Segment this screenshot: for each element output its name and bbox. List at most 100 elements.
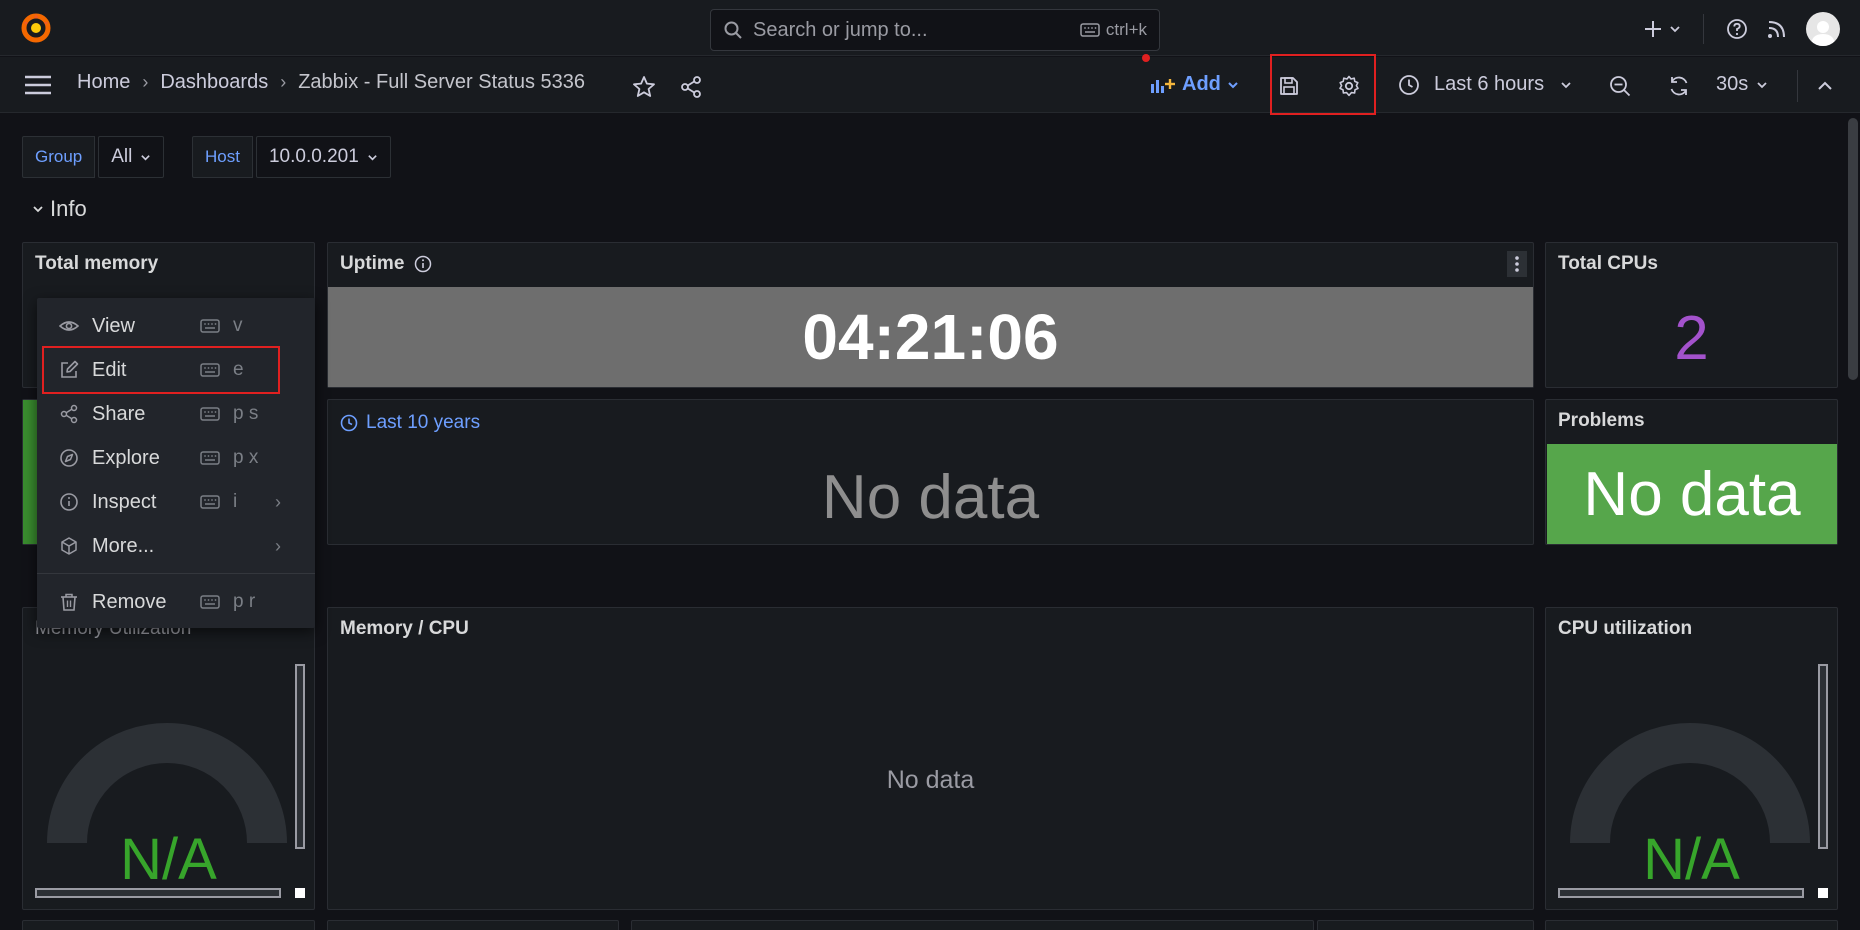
panel-title: Problems [1558,410,1645,431]
share-icon [60,404,78,424]
menu-item-view[interactable]: View v [37,304,315,348]
time-range-picker[interactable]: Last 6 hours [1398,73,1572,96]
info-icon [60,493,78,511]
add-label: Add [1182,73,1221,95]
panel-problems[interactable]: Problems No data [1545,399,1838,545]
search-shortcut: ctrl+k [1080,20,1147,40]
keyboard-icon [200,319,220,333]
menu-item-label: Explore [92,446,160,469]
total-cpus-value: 2 [1674,304,1709,373]
refresh-interval-picker[interactable]: 30s [1716,73,1768,96]
breadcrumb-separator: › [280,72,287,92]
keyboard-icon [1080,23,1100,37]
menu-item-label: More... [92,534,155,557]
bar-corner [1818,888,1828,898]
menu-item-share[interactable]: Share p s [37,392,315,436]
new-button[interactable] [1643,19,1681,39]
time-override: Last 10 years [340,412,480,434]
variable-host-value: 10.0.0.201 [268,146,359,167]
plus-icon [1645,21,1661,37]
panel-bottom[interactable] [1317,920,1534,930]
share-icon[interactable] [679,75,703,99]
row-header-info[interactable]: Info [32,196,87,222]
menu-icon[interactable] [24,74,52,96]
menu-item-label: Share [92,402,146,425]
variable-group: Group All [22,136,165,178]
vertical-bar [1818,664,1828,849]
panel-memory-cpu[interactable]: Memory / CPU No data [327,607,1534,910]
problems-value-area: No data [1547,444,1837,544]
clock-icon [340,414,358,432]
panel-title: Total memory [35,253,159,274]
breadcrumb-separator: › [142,72,149,92]
chevron-down-icon [33,206,43,213]
panel-title: Memory / CPU [340,618,469,639]
divider [1797,70,1798,102]
add-panel-icon [1151,78,1175,93]
rss-news-icon[interactable] [1766,18,1788,40]
info-icon[interactable] [414,255,432,273]
breadcrumb-home[interactable]: Home [77,71,130,94]
menu-item-shortcut: p s [233,403,259,424]
menu-item-shortcut: p x [233,447,259,468]
scrollbar[interactable] [1848,118,1858,380]
clock-icon [1399,74,1419,95]
unsaved-indicator [1142,54,1150,62]
highlight-box [42,346,280,394]
refresh-icon[interactable] [1668,75,1690,97]
search-shortcut-text: ctrl+k [1105,20,1147,39]
highlight-box [1270,54,1376,115]
add-button[interactable]: Add [1150,73,1239,96]
dashboard-title: Zabbix - Full Server Status 5336 [298,71,585,93]
vertical-bar [295,664,305,849]
panel-cpu-utilization[interactable]: CPU utilization N/A [1545,607,1838,910]
time-range-label: Last 6 hours [1434,73,1545,95]
row-title: Info [50,196,87,221]
zoom-out-icon[interactable] [1609,75,1631,97]
avatar[interactable] [1806,12,1840,46]
chevron-up-icon[interactable] [1816,77,1834,95]
panel-header: Uptime [340,253,432,275]
menu-item-shortcut: i [233,491,238,512]
menu-divider [37,573,315,574]
menu-item-more[interactable]: More... › [37,524,315,568]
search-input[interactable]: Search or jump to... ctrl+k [710,9,1160,51]
menu-item-explore[interactable]: Explore p x [37,436,315,480]
panel-bottom[interactable] [631,920,1314,930]
user-icon [1811,21,1835,46]
keyboard-icon [200,407,220,421]
variable-host-label: Host [192,136,253,178]
bar-corner [295,888,305,898]
gauge-value: N/A [120,827,217,892]
horizontal-bar [1558,888,1804,898]
panel-menu-icon[interactable] [1507,251,1527,277]
cube-icon [61,537,77,555]
variable-host: Host 10.0.0.201 [192,136,391,178]
search-placeholder: Search or jump to... [753,18,928,41]
help-icon[interactable] [1726,18,1748,40]
star-icon[interactable] [632,75,656,99]
panel-bottom[interactable] [327,920,619,930]
panel-bottom[interactable] [1545,920,1838,930]
panel-last-10-years[interactable]: Last 10 years No data [327,399,1534,545]
panel-total-cpus[interactable]: Total CPUs 2 [1545,242,1838,388]
panel-title: Total CPUs [1558,253,1658,274]
top-bar: Search or jump to... ctrl+k [0,0,1860,56]
variable-host-select[interactable]: 10.0.0.201 [255,136,391,178]
grafana-logo-icon[interactable] [20,12,52,44]
chevron-down-icon [368,154,377,161]
panel-bottom[interactable] [22,920,315,930]
panel-memory-utilization[interactable]: Memory Utilization N/A [22,607,315,910]
menu-item-remove[interactable]: Remove p r [37,580,315,624]
panel-uptime[interactable]: Uptime 04:21:06 [327,242,1534,388]
breadcrumb: Home › Dashboards › Zabbix - Full Server… [77,71,585,94]
horizontal-bar [35,888,281,898]
divider [1703,14,1704,44]
menu-item-shortcut: v [233,315,243,336]
dashboard-nav-bar: Home › Dashboards › Zabbix - Full Server… [0,54,1860,113]
variable-group-select[interactable]: All [98,136,165,178]
menu-item-label: View [92,314,135,337]
breadcrumb-dashboards[interactable]: Dashboards [160,71,268,94]
menu-item-inspect[interactable]: Inspect i › [37,480,315,524]
eye-icon [59,321,79,331]
